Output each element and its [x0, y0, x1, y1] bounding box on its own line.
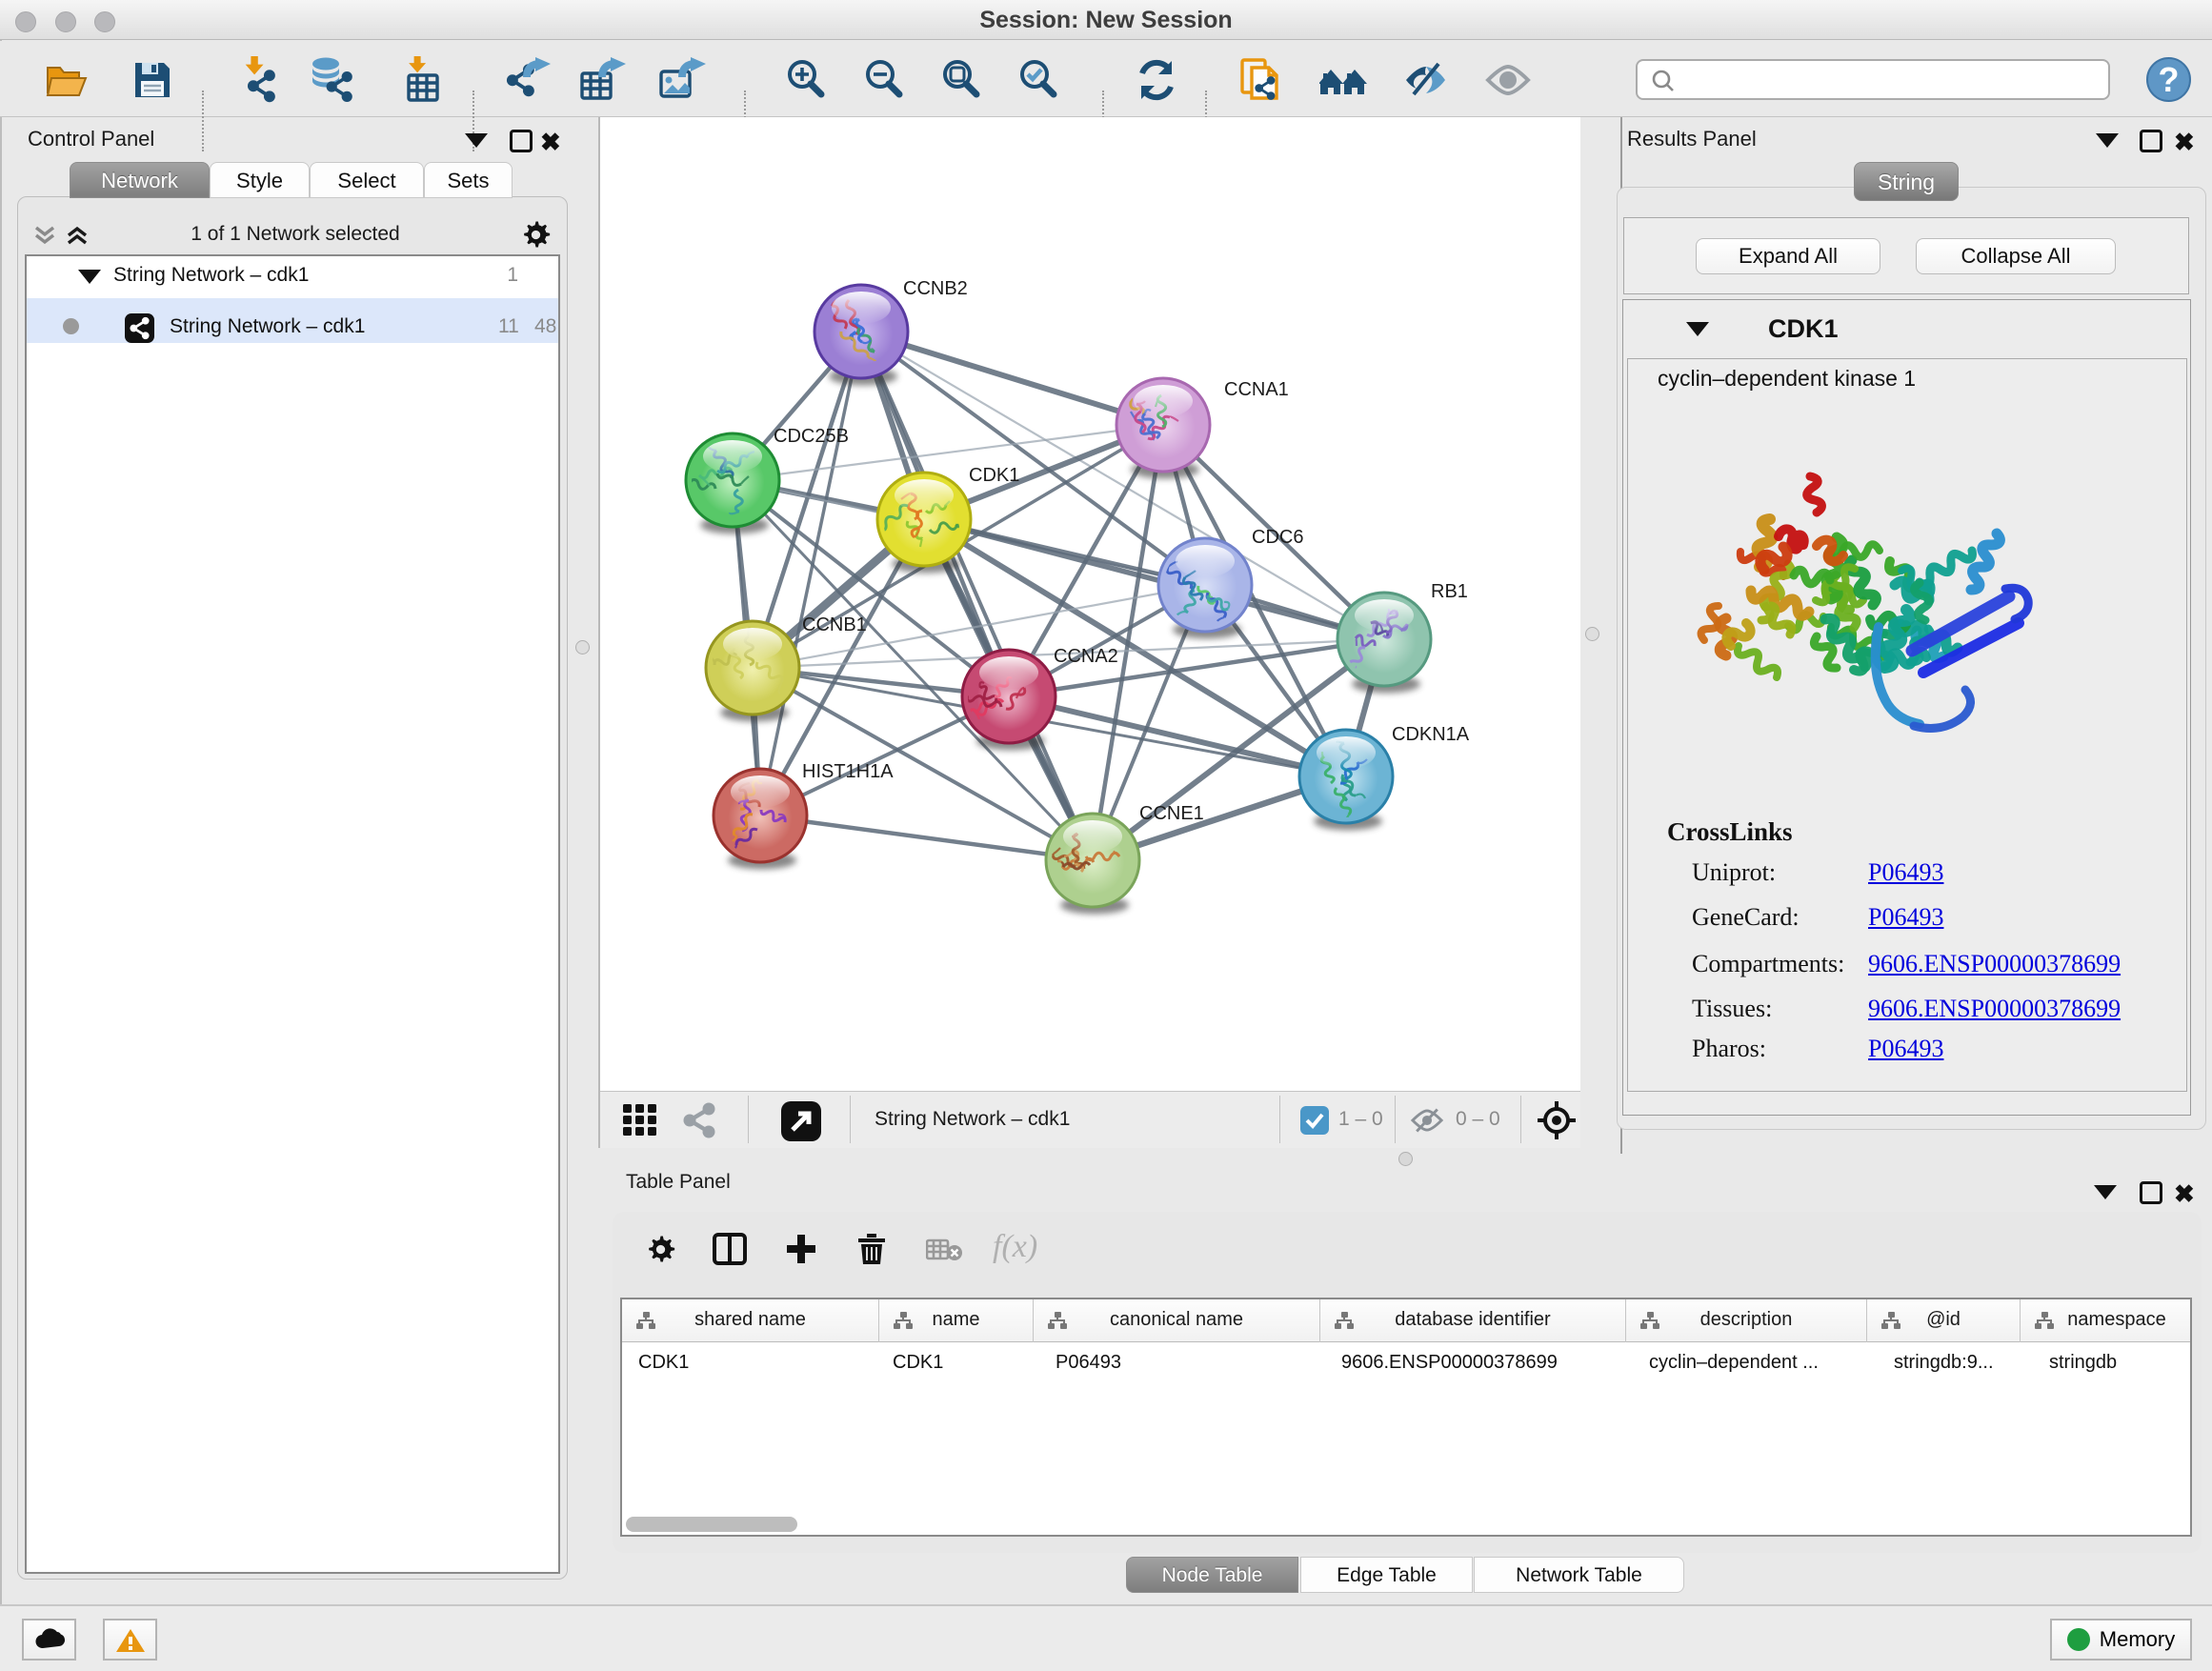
svg-text:HIST1H1A: HIST1H1A: [802, 761, 894, 782]
svg-text:RB1: RB1: [1431, 581, 1468, 602]
svg-text:CDC6: CDC6: [1252, 527, 1303, 548]
svg-text:CDC25B: CDC25B: [774, 426, 849, 447]
svg-text:CDK1: CDK1: [969, 465, 1019, 486]
svg-text:CCNB1: CCNB1: [802, 614, 867, 635]
svg-text:CCNE1: CCNE1: [1139, 803, 1204, 824]
svg-text:CCNA1: CCNA1: [1224, 379, 1289, 400]
svg-text:CCNB2: CCNB2: [903, 278, 968, 299]
svg-text:CDKN1A: CDKN1A: [1392, 724, 1470, 745]
svg-text:CCNA2: CCNA2: [1054, 646, 1118, 667]
